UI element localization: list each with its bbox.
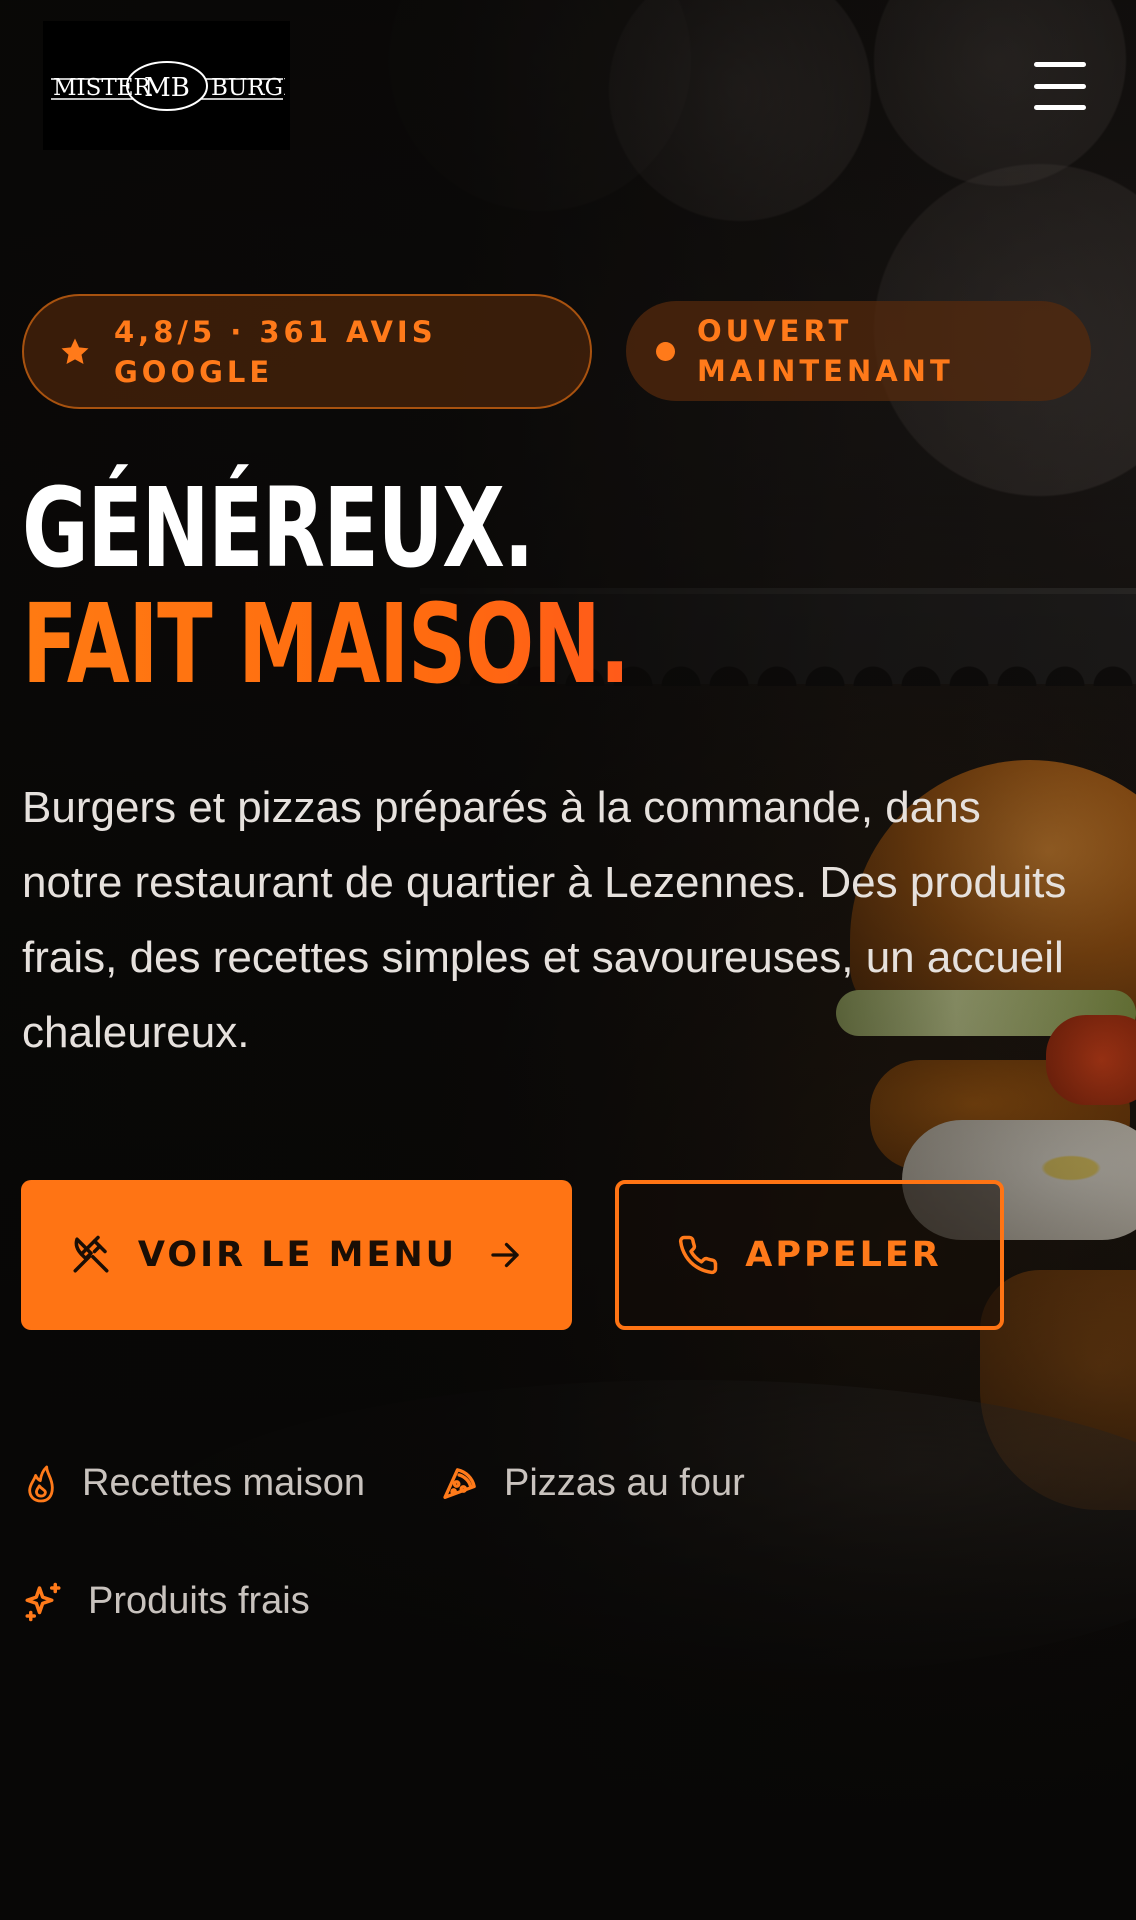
logo-monogram: MB [144,73,190,103]
sparkles-icon [22,1581,64,1623]
utensils-crossed-icon [70,1234,112,1276]
call-label: APPELER [745,1235,942,1275]
status-line-1: OUVERT [697,314,853,348]
feature-pizzas-label: Pizzas au four [504,1462,745,1504]
call-button[interactable]: APPELER [615,1180,1004,1330]
arrow-right-icon [487,1237,523,1273]
status-line-2: MAINTENANT [697,354,954,388]
hero-headline: GÉNÉREUX. FAIT MAISON. [22,464,630,708]
hero-description: Burgers et pizzas préparés à la commande… [22,783,1067,1057]
pizza-icon [440,1464,480,1504]
view-menu-label: VOIR LE MENU [137,1235,458,1275]
logo-left-text: MISTER [53,75,152,101]
status-text: OUVERT MAINTENANT [697,311,954,391]
feature-pizzas: Pizzas au four [440,1462,745,1505]
star-icon [58,335,92,369]
hero-section: MISTER MB BURGER 4,8/5 · 361 AVIS GOOGLE… [0,0,1136,1920]
phone-icon [677,1234,719,1276]
hamburger-menu-icon[interactable] [1034,62,1086,110]
view-menu-button[interactable]: VOIR LE MENU [21,1180,572,1330]
feature-fresh-products: Produits frais [22,1580,310,1623]
open-status-badge: OUVERT MAINTENANT [626,301,1091,401]
flame-icon [24,1464,58,1504]
brand-logo[interactable]: MISTER MB BURGER [43,21,290,150]
feature-fresh-label: Produits frais [88,1580,310,1622]
headline-line-2: FAIT MAISON. [22,580,630,708]
rating-line-1: 4,8/5 · 361 AVIS [114,314,437,349]
rating-line-2: GOOGLE [114,354,274,389]
status-dot-icon [656,341,675,361]
feature-homemade-label: Recettes maison [82,1462,366,1504]
headline-line-1: GÉNÉREUX. [22,464,534,592]
logo-right-text: BURGER [211,75,285,101]
rating-text: 4,8/5 · 361 AVIS GOOGLE [114,312,437,392]
feature-homemade: Recettes maison [24,1462,365,1505]
logo-mark: MISTER MB BURGER [50,60,285,111]
google-rating-badge: 4,8/5 · 361 AVIS GOOGLE [22,294,592,409]
